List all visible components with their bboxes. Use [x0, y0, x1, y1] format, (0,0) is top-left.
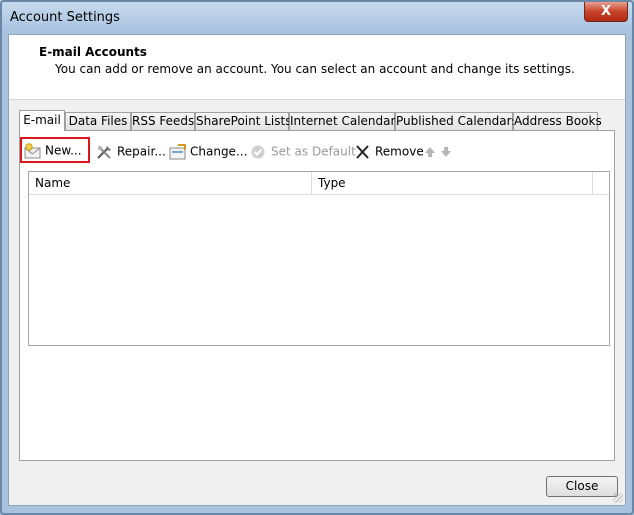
tab-sharepoint-lists[interactable]: SharePoint Lists [195, 112, 291, 130]
column-divider [592, 172, 593, 194]
account-settings-dialog: Account Settings X E-mail Accounts You c… [0, 0, 634, 515]
accounts-list[interactable]: Name Type [28, 171, 610, 346]
remove-label: Remove [375, 144, 424, 159]
change-settings-icon [169, 143, 186, 159]
column-header-name[interactable]: Name [29, 172, 311, 194]
repair-label: Repair... [117, 144, 166, 159]
tab-address-books[interactable]: Address Books [513, 112, 602, 130]
tab-data-files[interactable]: Data Files [65, 112, 131, 130]
tab-rss-feeds[interactable]: RSS Feeds [131, 112, 195, 130]
tab-published-calendars[interactable]: Published Calendars [395, 112, 518, 130]
move-up-button[interactable] [424, 140, 438, 162]
check-circle-icon [251, 145, 265, 158]
tab-internet-calendars[interactable]: Internet Calendars [289, 112, 402, 130]
tab-email[interactable]: E-mail [19, 110, 65, 131]
title-bar[interactable]: Account Settings X [2, 2, 632, 34]
tools-icon [97, 145, 111, 159]
set-as-default-label: Set as Default [271, 144, 356, 159]
window-title: Account Settings [10, 10, 120, 25]
column-header-type[interactable]: Type [312, 172, 592, 194]
remove-x-icon [356, 144, 369, 159]
remove-button[interactable]: Remove [354, 140, 424, 162]
resize-grip[interactable] [613, 493, 623, 503]
new-label: New... [45, 143, 82, 158]
arrow-up-icon [425, 146, 435, 157]
new-account-button[interactable]: New... [20, 137, 90, 163]
set-as-default-button[interactable]: Set as Default [250, 140, 356, 162]
change-button[interactable]: Change... [169, 140, 247, 162]
repair-button[interactable]: Repair... [96, 140, 166, 162]
section-description: You can add or remove an account. You ca… [55, 62, 575, 76]
dialog-header: E-mail Accounts You can add or remove an… [9, 35, 625, 100]
section-title: E-mail Accounts [39, 45, 147, 59]
change-label: Change... [190, 144, 248, 159]
close-button[interactable]: Close [546, 476, 618, 497]
new-mail-icon [24, 142, 41, 158]
window-close-button[interactable]: X [584, 2, 628, 22]
dialog-client-area: E-mail Accounts You can add or remove an… [8, 34, 626, 506]
email-tab-panel: New... Repair... Change... Set as Defaul… [19, 130, 615, 461]
arrow-down-icon [441, 146, 451, 157]
move-down-button[interactable] [440, 140, 454, 162]
list-header: Name Type [29, 172, 609, 195]
